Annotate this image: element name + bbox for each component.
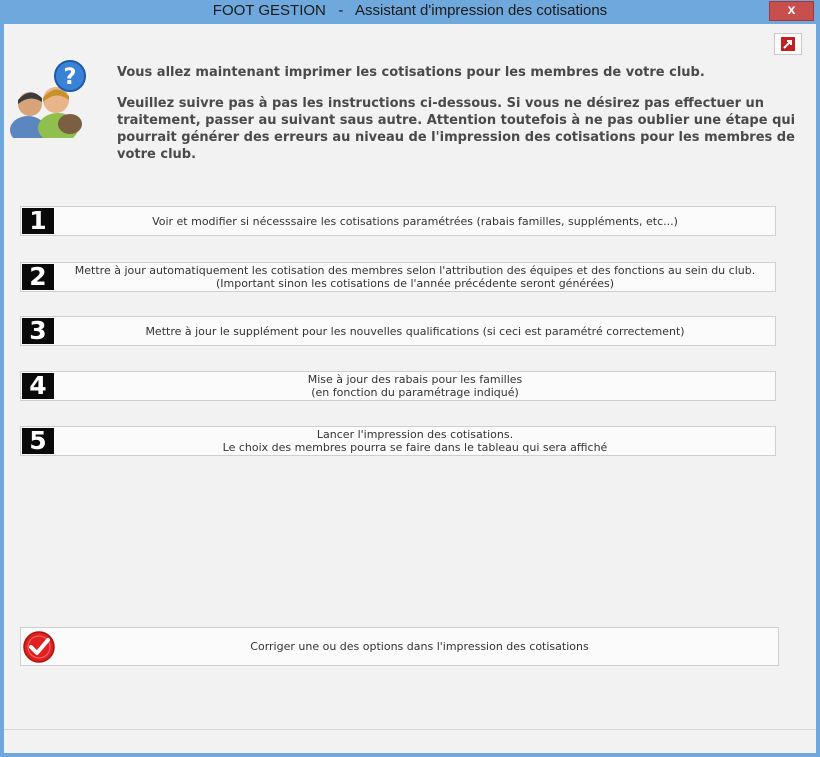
intro-heading: Vous allez maintenant imprimer les cotis… bbox=[117, 65, 705, 80]
step-2-button[interactable]: 2 Mettre à jour automatiquement les coti… bbox=[20, 262, 776, 292]
title-bar[interactable]: FOOT GESTION - Assistant d'impression de… bbox=[0, 0, 820, 24]
step-1-label: Voir et modifier si nécesssaire les coti… bbox=[152, 214, 678, 228]
step-1-button[interactable]: 1 Voir et modifier si nécesssaire les co… bbox=[20, 206, 776, 236]
correct-options-label: Corriger une ou des options dans l'impre… bbox=[250, 640, 589, 653]
step-3-button[interactable]: 3 Mettre à jour le supplément pour les n… bbox=[20, 316, 776, 346]
wizard-panel: ? Vous allez maintenant imprimer les cot… bbox=[4, 24, 816, 753]
svg-text:?: ? bbox=[64, 65, 77, 90]
close-button[interactable]: x bbox=[769, 1, 814, 21]
step-4-label: Mise à jour des rabais pour les familles… bbox=[307, 373, 523, 399]
step-number-2: 2 bbox=[22, 262, 54, 291]
step-2-label: Mettre à jour automatiquement les cotisa… bbox=[74, 264, 756, 290]
window-title: FOOT GESTION - Assistant d'impression de… bbox=[212, 2, 608, 19]
popout-button[interactable] bbox=[774, 33, 802, 55]
step-5-label: Lancer l'impression des cotisations. Le … bbox=[222, 428, 608, 454]
close-icon: x bbox=[787, 1, 796, 17]
step-number-5: 5 bbox=[22, 426, 54, 455]
app-window: FOOT GESTION - Assistant d'impression de… bbox=[0, 0, 820, 757]
step-number-4: 4 bbox=[22, 371, 54, 400]
checkmark-icon bbox=[23, 631, 55, 663]
correct-options-button[interactable]: Corriger une ou des options dans l'impre… bbox=[20, 627, 779, 666]
step-number-3: 3 bbox=[22, 316, 54, 345]
step-4-button[interactable]: 4 Mise à jour des rabais pour les famill… bbox=[20, 371, 776, 401]
step-5-button[interactable]: 5 Lancer l'impression des cotisations. L… bbox=[20, 426, 776, 456]
popout-arrow-icon bbox=[781, 37, 795, 51]
intro-instructions: Veuillez suivre pas à pas les instructio… bbox=[117, 96, 796, 162]
step-number-1: 1 bbox=[22, 206, 54, 235]
users-help-icon: ? bbox=[10, 60, 86, 138]
step-3-label: Mettre à jour le supplément pour les nou… bbox=[145, 324, 685, 338]
footer-divider bbox=[4, 729, 816, 730]
